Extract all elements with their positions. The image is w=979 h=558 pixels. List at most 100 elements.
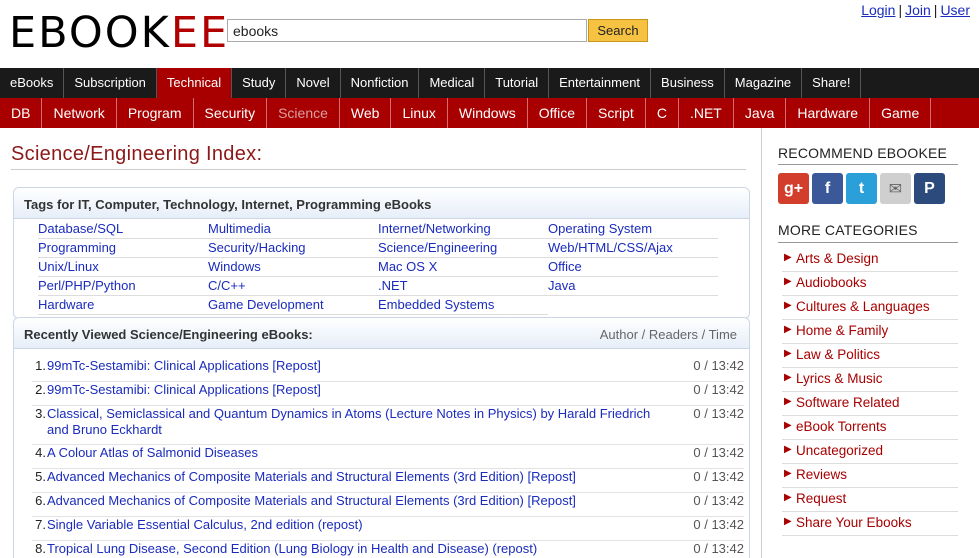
subnav-tab-hardware[interactable]: Hardware [786, 98, 871, 128]
tag-link-database-sql[interactable]: Database/SQL [38, 221, 123, 236]
recent-heading: Recently Viewed Science/Engineering eBoo… [14, 318, 749, 349]
divider [11, 169, 746, 170]
arrow-right-icon: ▶ [784, 348, 792, 359]
table-row: 5. Advanced Mechanics of Composite Materi… [32, 469, 744, 493]
subnav-tab-java[interactable]: Java [734, 98, 787, 128]
main-content: Science/Engineering Index: Tags for IT, … [0, 128, 762, 558]
nav-tab-entertainment[interactable]: Entertainment [549, 68, 652, 98]
ebook-link[interactable]: Advanced Mechanics of Composite Material… [47, 493, 672, 509]
nav-tab-novel[interactable]: Novel [286, 68, 341, 98]
tag-link-net[interactable]: .NET [378, 278, 408, 293]
arrow-right-icon: ▶ [784, 492, 792, 503]
tag-link-windows[interactable]: Windows [208, 259, 261, 274]
tag-link-security-hacking[interactable]: Security/Hacking [208, 240, 306, 255]
tag-link-c-c[interactable]: C/C++ [208, 278, 246, 293]
subnav-tab-science[interactable]: Science [267, 98, 340, 128]
category-item-request[interactable]: ▶ Request [782, 488, 958, 512]
table-row: 8. Tropical Lung Disease, Second Edition … [32, 541, 744, 558]
category-item-software-related[interactable]: ▶ Software Related [782, 392, 958, 416]
ebook-link[interactable]: A Colour Atlas of Salmonid Diseases [47, 445, 672, 461]
category-label: Home & Family [796, 323, 889, 338]
user-link[interactable]: User [940, 2, 970, 18]
ebook-link[interactable]: Tropical Lung Disease, Second Edition (L… [47, 541, 672, 557]
subnav-tab-network[interactable]: Network [42, 98, 117, 128]
join-link[interactable]: Join [905, 2, 931, 18]
logo-part-1: EBOOK [9, 8, 171, 58]
tag-link-java[interactable]: Java [548, 278, 575, 293]
category-item-share-your-ebooks[interactable]: ▶ Share Your Ebooks [782, 512, 958, 536]
subnav-tab-c[interactable]: C [646, 98, 679, 128]
category-item-law-politics[interactable]: ▶ Law & Politics [782, 344, 958, 368]
category-item-uncategorized[interactable]: ▶ Uncategorized [782, 440, 958, 464]
tag-link-science-engineering[interactable]: Science/Engineering [378, 240, 497, 255]
category-item-cultures-languages[interactable]: ▶ Cultures & Languages [782, 296, 958, 320]
social-icons: g+ f t ✉ P [778, 173, 945, 204]
nav-tab-tutorial[interactable]: Tutorial [485, 68, 550, 98]
search-button[interactable]: Search [588, 19, 648, 42]
nav-tab-business[interactable]: Business [651, 68, 725, 98]
tag-link-unix-linux[interactable]: Unix/Linux [38, 259, 99, 274]
sidebar: RECOMMEND EBOOKEE g+ f t ✉ P MORE CATEGORIES… [763, 128, 979, 558]
category-item-lyrics-music[interactable]: ▶ Lyrics & Music [782, 368, 958, 392]
tag-link-perl-php-python[interactable]: Perl/PHP/Python [38, 278, 136, 293]
tag-row: Unix/Linux Windows Mac OS X Office [38, 258, 718, 277]
tag-link-office[interactable]: Office [548, 259, 582, 274]
columns-label: Author / Readers / Time [599, 327, 737, 342]
pinterest-icon[interactable]: P [914, 173, 945, 204]
tag-link-hardware[interactable]: Hardware [38, 297, 94, 312]
subnav-tab-linux[interactable]: Linux [391, 98, 448, 128]
search-input[interactable] [227, 19, 587, 42]
nav-tab-medical[interactable]: Medical [419, 68, 486, 98]
nav-tab-nonfiction[interactable]: Nonfiction [341, 68, 420, 98]
nav-tab-study[interactable]: Study [232, 68, 287, 98]
category-item-reviews[interactable]: ▶ Reviews [782, 464, 958, 488]
subnav-tab-script[interactable]: Script [587, 98, 646, 128]
nav-tab-ebooks[interactable]: eBooks [0, 68, 65, 98]
row-meta: 0 / 13:42 [693, 358, 744, 373]
facebook-icon[interactable]: f [812, 173, 843, 204]
subnav-tab-security[interactable]: Security [194, 98, 268, 128]
subnav-tab-web[interactable]: Web [340, 98, 392, 128]
category-item-ebook-torrents[interactable]: ▶ eBook Torrents [782, 416, 958, 440]
arrow-right-icon: ▶ [784, 396, 792, 407]
category-item-audiobooks[interactable]: ▶ Audiobooks [782, 272, 958, 296]
tag-link-programming[interactable]: Programming [38, 240, 116, 255]
table-row: 6. Advanced Mechanics of Composite Materi… [32, 493, 744, 517]
logo-part-2: EE [170, 8, 230, 58]
category-label: Audiobooks [796, 275, 867, 290]
row-meta: 0 / 13:42 [693, 406, 744, 421]
primary-nav: eBooks Subscription Technical Study Novel Non… [0, 68, 979, 98]
twitter-icon[interactable]: t [846, 173, 877, 204]
ebook-link[interactable]: Classical, Semiclassical and Quantum Dyn… [47, 406, 672, 438]
subnav-tab-windows[interactable]: Windows [448, 98, 528, 128]
nav-tab-share[interactable]: Share! [802, 68, 862, 98]
subnav-tab-game[interactable]: Game [870, 98, 932, 128]
login-link[interactable]: Login [861, 2, 895, 18]
arrow-right-icon: ▶ [784, 516, 792, 527]
email-icon[interactable]: ✉ [880, 173, 911, 204]
tag-link-multimedia[interactable]: Multimedia [208, 221, 271, 236]
tag-link-operating-system[interactable]: Operating System [548, 221, 652, 236]
nav-tab-technical[interactable]: Technical [156, 68, 233, 98]
ebook-link[interactable]: 99mTc-Sestamibi: Clinical Applications [… [47, 358, 672, 374]
nav-tab-magazine[interactable]: Magazine [725, 68, 803, 98]
tag-link-game-development[interactable]: Game Development [208, 297, 324, 312]
nav-tab-subscription[interactable]: Subscription [64, 68, 157, 98]
category-item-home-family[interactable]: ▶ Home & Family [782, 320, 958, 344]
subnav-tab-db[interactable]: DB [0, 98, 43, 128]
ebook-link[interactable]: 99mTc-Sestamibi: Clinical Applications [… [47, 382, 672, 398]
tag-link-internet-networking[interactable]: Internet/Networking [378, 221, 491, 236]
tag-link-mac-os-x[interactable]: Mac OS X [378, 259, 437, 274]
arrow-right-icon: ▶ [784, 252, 792, 263]
google-plus-icon[interactable]: g+ [778, 173, 809, 204]
tag-link-embedded-systems[interactable]: Embedded Systems [378, 297, 494, 312]
subnav-tab-office[interactable]: Office [528, 98, 588, 128]
subnav-tab-net[interactable]: .NET [679, 98, 734, 128]
site-logo[interactable]: EBOOKEE [9, 9, 229, 57]
category-item-arts-design[interactable]: ▶ Arts & Design [782, 248, 958, 272]
ebook-link[interactable]: Single Variable Essential Calculus, 2nd … [47, 517, 672, 533]
subnav-tab-program[interactable]: Program [117, 98, 194, 128]
recent-heading-text: Recently Viewed Science/Engineering eBoo… [24, 327, 313, 342]
tag-link-web-html-css-ajax[interactable]: Web/HTML/CSS/Ajax [548, 240, 673, 255]
ebook-link[interactable]: Advanced Mechanics of Composite Material… [47, 469, 672, 485]
